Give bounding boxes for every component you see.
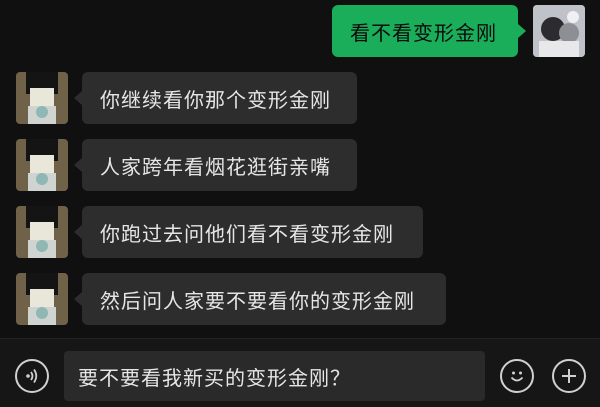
plus-icon [562,369,576,383]
contact-avatar[interactable] [16,206,68,258]
contact-avatar[interactable] [16,273,68,325]
message-bubble-incoming[interactable]: 你继续看你那个变形金刚 [82,72,357,124]
voice-button[interactable] [15,359,49,393]
bubble-tail [74,158,82,172]
emoji-button[interactable] [500,359,534,393]
bubble-tail [74,91,82,105]
contact-avatar[interactable] [16,72,68,124]
message-text: 你跑过去问他们看不看变形金刚 [100,221,394,246]
input-bar: 要不要看我新买的变形金刚？ [0,338,600,407]
message-input[interactable]: 要不要看我新买的变形金刚？ [64,351,485,401]
message-bubble-incoming[interactable]: 你跑过去问他们看不看变形金刚 [82,206,423,258]
contact-avatar[interactable] [16,139,68,191]
message-text: 然后问人家要不要看你的变形金刚 [100,288,415,313]
voice-icon [26,368,38,384]
message-input-value: 要不要看我新买的变形金刚？ [78,365,351,390]
message-text: 你继续看你那个变形金刚 [100,87,331,112]
message-text: 人家跨年看烟花逛街亲嘴 [100,154,331,179]
bubble-tail [74,292,82,306]
chat-area: 看不看变形金刚 你继续看你那个变形金刚 人家跨年看烟花逛街亲嘴 你跑过去问他们看… [0,0,600,338]
message-text: 看不看变形金刚 [350,20,497,45]
bubble-tail [518,24,526,38]
message-bubble-incoming[interactable]: 人家跨年看烟花逛街亲嘴 [82,139,357,191]
bubble-tail [74,225,82,239]
message-bubble-outgoing[interactable]: 看不看变形金刚 [332,5,518,57]
message-bubble-incoming[interactable]: 然后问人家要不要看你的变形金刚 [82,273,446,325]
add-button[interactable] [552,359,586,393]
emoji-icon [510,371,524,382]
my-avatar[interactable] [533,5,585,57]
